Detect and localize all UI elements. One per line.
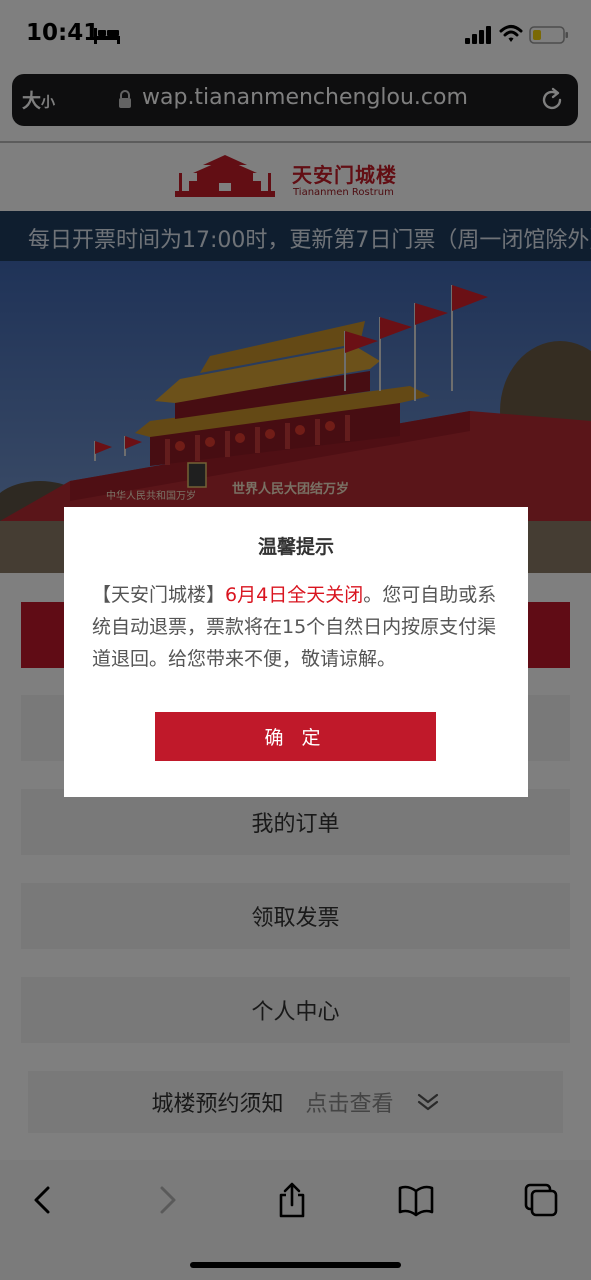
confirm-button[interactable]: 确 定 — [155, 712, 436, 761]
dialog-title: 温馨提示 — [257, 536, 334, 558]
dialog-closure-date: 6月4日全天关闭 — [225, 584, 364, 606]
notice-dialog: 温馨提示 【天安门城楼】6月4日全天关闭。您可自助或系统自动退票，票款将在15个… — [64, 507, 528, 797]
dialog-message-prefix: 【天安门城楼】 — [92, 584, 226, 606]
dialog-message: 【天安门城楼】6月4日全天关闭。您可自助或系统自动退票，票款将在15个自然日内按… — [92, 579, 502, 675]
